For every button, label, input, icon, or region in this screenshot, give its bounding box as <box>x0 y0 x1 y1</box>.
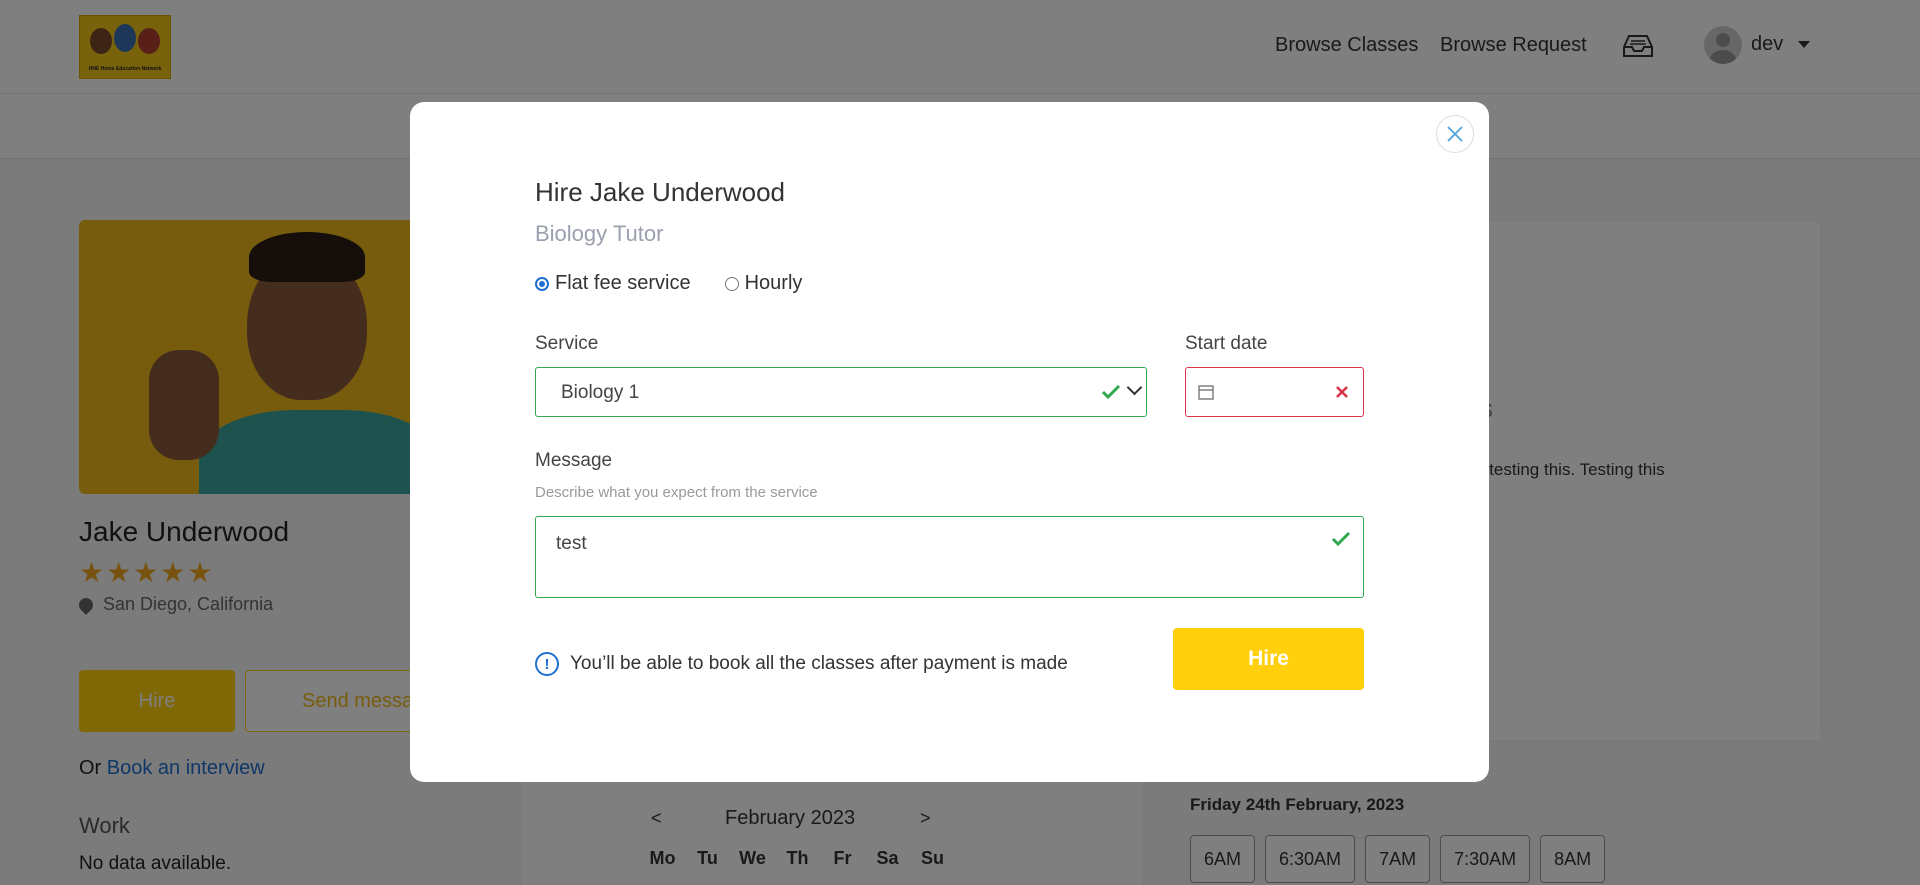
message-help-text: Describe what you expect from the servic… <box>535 484 818 501</box>
modal-subtitle: Biology Tutor <box>535 221 664 246</box>
start-date-label: Start date <box>1185 333 1268 354</box>
start-date-input[interactable] <box>1185 367 1364 417</box>
hire-submit-button[interactable]: Hire <box>1173 628 1364 690</box>
info-icon: ! <box>535 652 559 676</box>
checkmark-icon <box>1331 531 1351 547</box>
pricing-type-radio-group: Flat fee service Hourly <box>535 272 836 295</box>
service-label: Service <box>535 333 599 354</box>
flat-fee-radio[interactable] <box>535 276 549 291</box>
payment-info: ! You’ll be able to book all the classes… <box>535 652 1068 676</box>
message-label: Message <box>535 450 613 471</box>
invalid-x-icon <box>1336 386 1348 398</box>
hourly-radio[interactable] <box>724 276 739 291</box>
chevron-down-icon <box>1126 379 1143 396</box>
flat-fee-label[interactable]: Flat fee service <box>555 272 691 295</box>
checkmark-icon <box>1101 384 1121 400</box>
message-value: test <box>556 533 587 554</box>
message-textarea[interactable]: test <box>535 516 1364 598</box>
close-icon <box>1447 126 1463 142</box>
hourly-label[interactable]: Hourly <box>745 272 803 295</box>
calendar-icon <box>1198 385 1214 400</box>
modal-title: Hire Jake Underwood <box>535 177 786 207</box>
close-modal-button[interactable] <box>1436 115 1474 153</box>
payment-info-text: You’ll be able to book all the classes a… <box>570 653 1068 674</box>
service-select[interactable]: Biology 1 <box>535 367 1147 417</box>
service-value: Biology 1 <box>561 382 640 403</box>
